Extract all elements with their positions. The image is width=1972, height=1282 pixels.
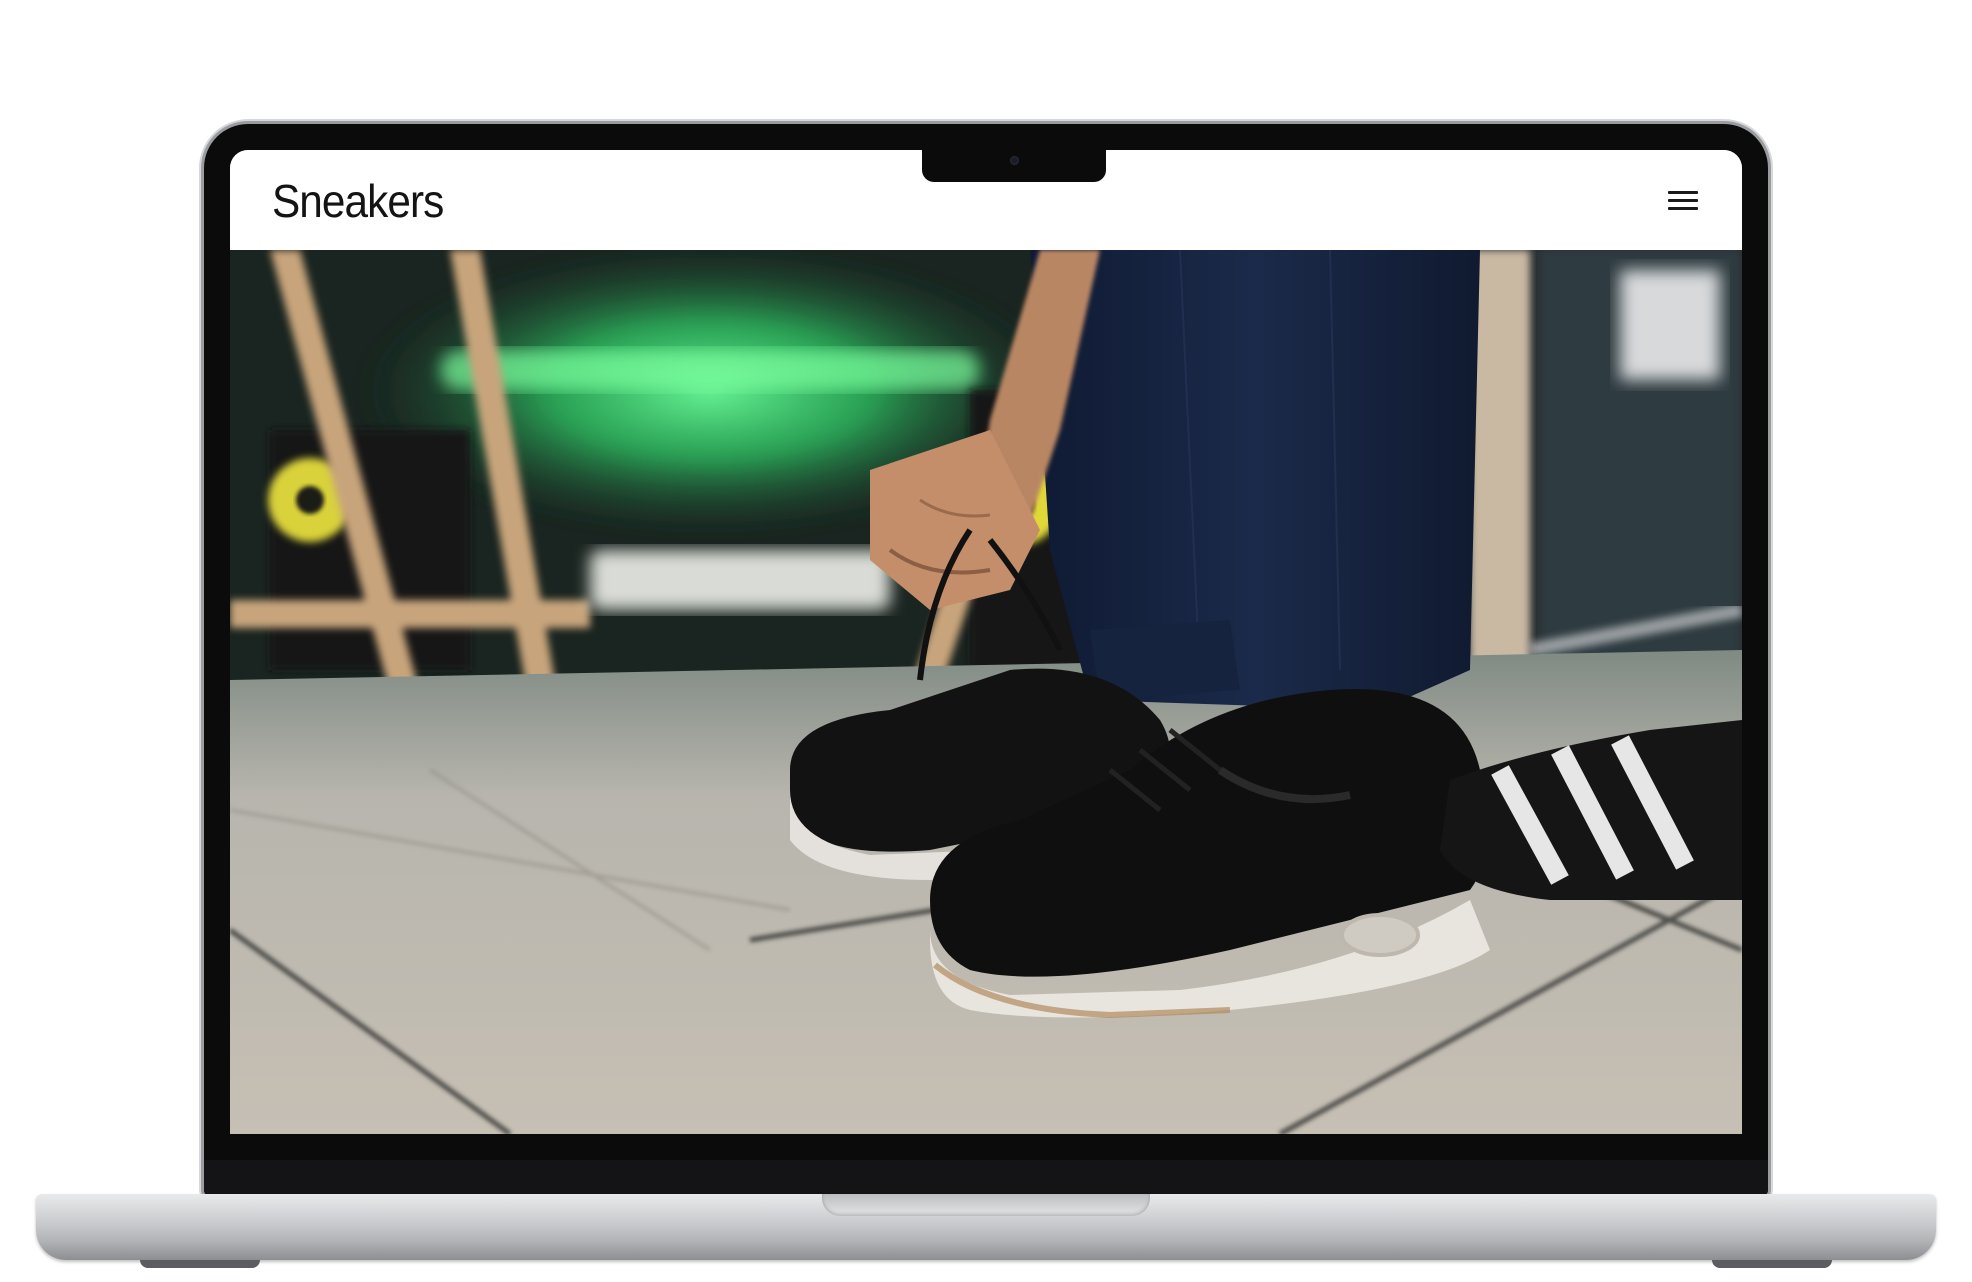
camera-notch — [922, 150, 1106, 182]
menu-line — [1668, 199, 1698, 202]
trackpad-notch — [822, 1194, 1150, 1216]
laptop-screen: Sneakers — [230, 150, 1742, 1134]
hamburger-menu-icon[interactable] — [1666, 186, 1700, 214]
bezel-chin — [204, 1160, 1768, 1196]
menu-line — [1668, 207, 1698, 210]
camera-icon — [1010, 156, 1019, 165]
site-logo[interactable]: Sneakers — [272, 178, 444, 224]
laptop-foot — [140, 1260, 260, 1268]
menu-line — [1668, 191, 1698, 194]
sneakers-photo — [230, 250, 1742, 1134]
hero-image — [230, 250, 1742, 1134]
device-mockup: Sneakers — [0, 0, 1972, 1282]
laptop-foot — [1712, 1260, 1832, 1268]
laptop-base — [36, 1194, 1936, 1260]
laptop-lid: Sneakers — [204, 124, 1768, 1196]
